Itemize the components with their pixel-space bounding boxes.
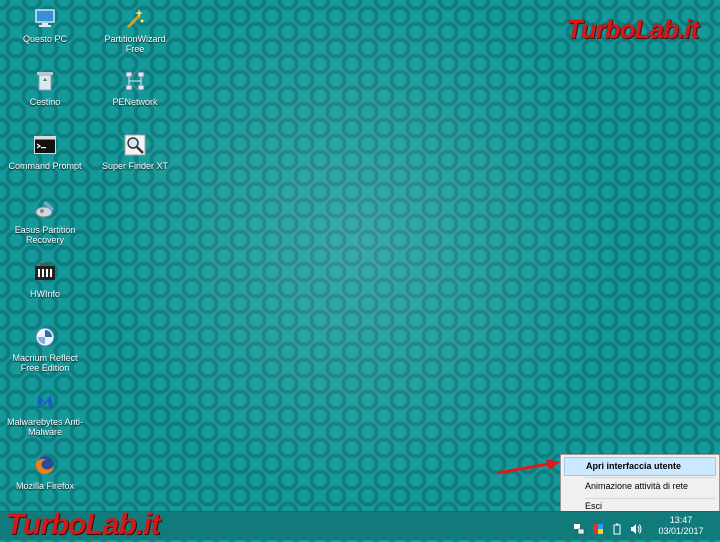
desktop-icon-easus-partition-recovery[interactable]: Easus Partition Recovery [5,197,85,245]
hwinfo-icon [33,261,57,285]
menu-item-apri-interfaccia-utente[interactable]: Apri interfaccia utente [564,457,716,476]
computer-icon [33,6,57,30]
color-icon[interactable] [592,523,604,535]
desktop-icon-label: Questo PC [22,34,68,44]
desktop-icon-command-prompt[interactable]: Command Prompt [5,133,85,171]
command-prompt-icon [33,133,57,157]
desktop-icon-cestino[interactable]: Cestino [5,69,85,107]
clock-time: 13:47 [669,515,693,525]
volume-icon[interactable] [630,523,642,535]
battery-icon[interactable] [611,523,623,535]
desktop-icon-label: PartitionWizard Free [104,34,166,54]
recycle-bin-icon [33,69,57,93]
malwarebytes-icon [33,389,57,413]
desktop-icon-label: Mozilla Firefox [15,481,74,491]
turbolab-logo-bottom: TurboLab.it [6,508,160,541]
desktop-icon-label: Macrium Reflect Free Edition [12,353,78,373]
system-tray [573,523,642,535]
desktop-icon-partitionwizard[interactable]: PartitionWizard Free [95,6,175,54]
annotation-arrow-icon [497,459,560,475]
magnifier-icon [123,133,147,157]
desktop-icon-label: PENetwork [112,97,158,107]
network-icon [123,69,147,93]
desktop-icon-label: Command Prompt [8,161,82,171]
desktop-icon-super-finder-xt[interactable]: Super Finder XT [95,133,175,171]
menu-item-animazione-attivita-di-rete[interactable]: Animazione attività di rete [564,478,716,495]
desktop-icon-penetwork[interactable]: PENetwork [95,69,175,107]
partition-wizard-icon [123,6,147,30]
desktop-icon-questo-pc[interactable]: Questo PC [5,6,85,44]
tray-context-menu: Apri interfaccia utente Animazione attiv… [560,454,720,516]
turbolab-logo-top: TurboLab.it [566,14,699,44]
partition-recovery-icon [33,197,57,221]
desktop-icon-malwarebytes[interactable]: Malwarebytes Anti-Malware [5,389,85,437]
network-icon[interactable] [573,523,585,535]
desktop-icon-label: Super Finder XT [101,161,169,171]
desktop-icon-hwinfo[interactable]: HWInfo [5,261,85,299]
clock-date: 03/01/2017 [658,526,704,536]
firefox-icon [33,453,57,477]
macrium-reflect-icon [33,325,57,349]
desktop-icon-label: Cestino [29,97,61,107]
taskbar-clock[interactable]: 13:47 03/01/2017 [646,515,716,537]
desktop-icon-label: Malwarebytes Anti-Malware [6,417,84,437]
desktop-icon-label: Easus Partition Recovery [14,225,76,245]
desktop-icon-mozilla-firefox[interactable]: Mozilla Firefox [5,453,85,491]
desktop-icon-label: HWInfo [29,289,60,299]
desktop-icon-macrium-reflect[interactable]: Macrium Reflect Free Edition [5,325,85,373]
